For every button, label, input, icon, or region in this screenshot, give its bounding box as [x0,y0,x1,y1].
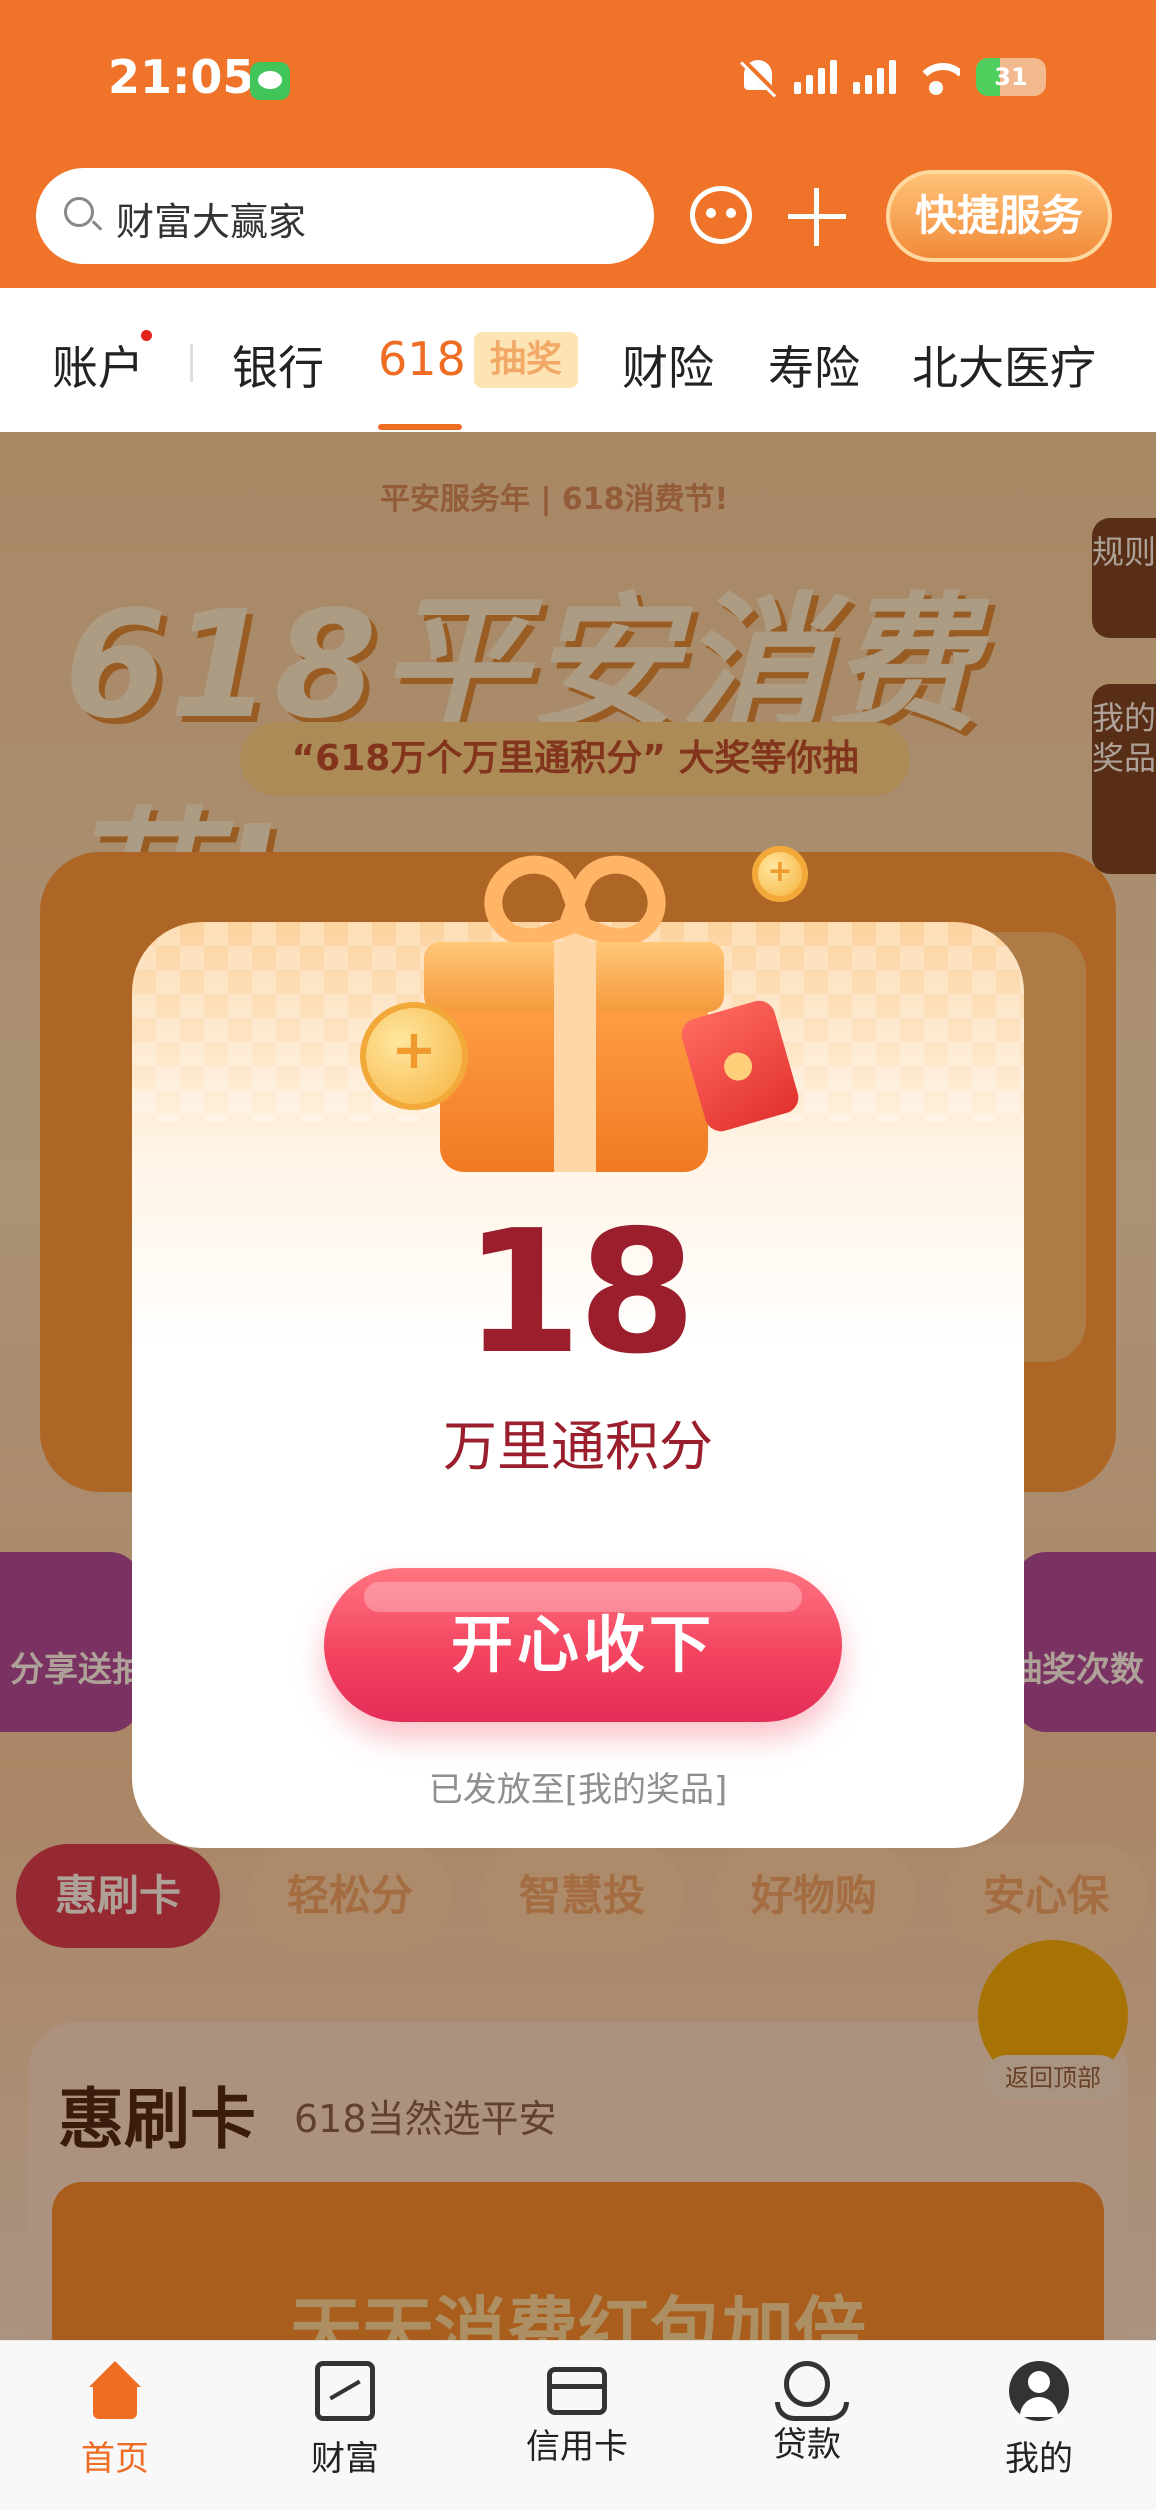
nav-me-label: 我的 [1005,2439,1073,2479]
reward-amount: 18 [463,1194,697,1392]
active-tab-indicator [378,424,462,430]
tab-life-insurance[interactable]: 寿险 [768,332,860,398]
search-input[interactable]: 财富大赢家 [36,168,654,264]
signal-icon-1 [794,60,837,94]
reward-modal: 18 万里通积分 开心收下 已发放至[我的奖品] [132,842,1024,1848]
status-time: 21:05 [108,50,255,104]
home-icon [85,2361,145,2421]
nav-me[interactable]: 我的 [964,2361,1114,2480]
tab-property-insurance[interactable]: 财险 [622,332,714,398]
notification-dot [141,330,152,341]
loan-icon [775,2361,849,2421]
message-app-icon [250,62,290,100]
nav-wealth[interactable]: 财富 [270,2361,420,2480]
nav-credit-card-label: 信用卡 [526,2427,628,2467]
profile-icon [1009,2361,1069,2421]
signal-icon-2 [853,60,896,94]
lottery-badge: 抽奖 [474,332,578,388]
sent-note[interactable]: 已发放至[我的奖品] [132,1762,1024,1811]
coin-icon [360,1002,468,1110]
tab-divider [190,344,193,382]
status-icons: 31 [738,56,1046,98]
nav-home[interactable]: 首页 [40,2361,190,2480]
wealth-icon [315,2361,375,2421]
gift-box-icon [424,832,724,1172]
nav-home-label: 首页 [81,2439,149,2479]
nav-loan[interactable]: 贷款 [732,2361,882,2466]
battery-icon: 31 [976,58,1046,96]
wifi-icon [912,59,960,95]
nav-wealth-label: 财富 [311,2439,379,2479]
tab-pku-medical[interactable]: 北大医疗 [912,332,1096,398]
nav-credit-card[interactable]: 信用卡 [502,2361,652,2468]
small-coin-icon [752,846,808,902]
tab-618[interactable]: 618 [378,332,466,386]
battery-level: 31 [994,63,1028,91]
nav-loan-label: 贷款 [773,2425,841,2465]
accept-button[interactable]: 开心收下 [324,1568,842,1722]
credit-card-icon [547,2367,607,2415]
chat-icon[interactable] [690,186,752,244]
reward-unit: 万里通积分 [443,1415,713,1478]
search-placeholder: 财富大赢家 [116,200,307,244]
bottom-nav: 首页 财富 信用卡 贷款 我的 [0,2340,1156,2510]
tab-bank[interactable]: 银行 [232,332,324,398]
search-icon [64,197,94,227]
category-tabs: 账户 银行 618 抽奖 财险 寿险 北大医疗 [0,288,1156,432]
app-header: 21:05 31 财富大赢家 快捷服务 [0,0,1156,288]
plus-icon[interactable] [788,188,846,246]
mute-icon [738,56,778,98]
quick-service-button[interactable]: 快捷服务 [886,170,1112,262]
tab-account[interactable]: 账户 [52,332,144,398]
